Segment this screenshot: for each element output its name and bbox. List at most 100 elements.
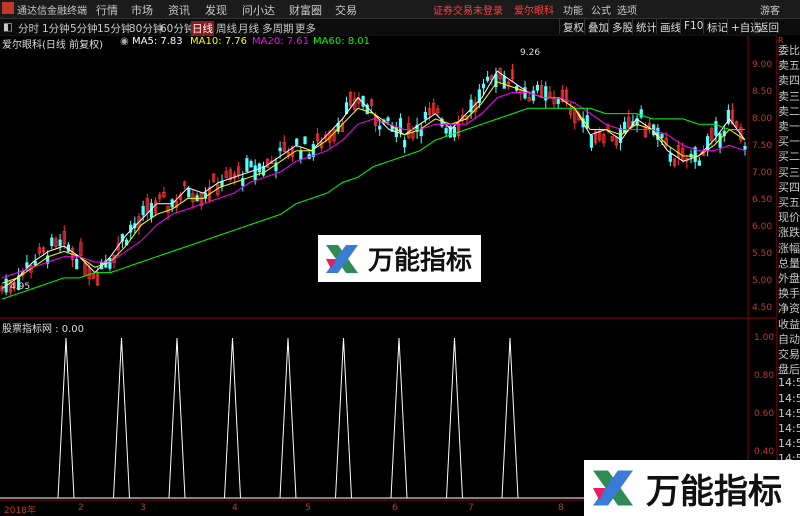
date-label: 8 [558,503,564,513]
date-label: 2 [78,503,84,513]
price-tick-label: 4.50 [752,303,773,313]
panel-label: 卖一 [778,120,800,133]
candle-body [299,150,303,160]
candle-body [303,136,307,145]
candle-body [743,146,747,150]
candle-body [25,262,29,268]
candle-body [660,133,664,139]
candle-body [187,188,191,198]
panel-label: 自动 [778,332,800,346]
panel-label: 14:5 [778,391,800,405]
panel-label: 涨幅 [778,241,800,255]
price-tick-label: 5.00 [752,276,773,286]
candle-body [253,165,257,181]
candle-body [423,111,427,120]
panel-label: 14:5 [778,406,800,420]
candle-body [403,140,407,148]
indicator-label: 股票指标网 : 0.00 [2,324,84,335]
indicator-spike [224,337,241,499]
date-label: 2018年 [4,506,36,516]
candle-body [531,90,535,101]
candle-body [556,99,560,105]
candle-body [452,126,457,138]
candle-body [444,128,448,134]
date-label: 6 [392,503,398,513]
panel-label: 卖五 [778,59,800,73]
candle-body [714,121,718,136]
panel-label: 总量 [778,256,800,270]
indicator-tick-label: 0.80 [754,371,775,381]
panel-label: 14:5 [778,376,800,390]
date-label: 4 [232,503,238,513]
panel-label: 卖二 [778,104,800,118]
candle-body [589,135,594,148]
panel-label: 净资 [778,302,800,316]
panel-label: 涨跌 [778,226,800,240]
candle-body [33,261,37,266]
panel-label: 买一 [778,135,800,149]
low-annotation: 4.95 [10,282,31,292]
panel-label: 收益 [778,317,800,331]
candle-body [419,128,423,137]
candle-body [141,205,145,216]
price-tick-label: 7.00 [752,168,773,178]
candle-body [75,258,79,270]
panel-label: 卖三 [778,89,800,103]
candle-body [378,125,382,130]
watermark-corner: 万能指标 [584,460,800,516]
candle-body [398,118,403,132]
date-label: 3 [140,503,146,513]
price-tick-label: 7.50 [752,141,773,151]
indicator-spike [335,337,352,499]
high-annotation: 9.26 [520,48,541,58]
price-tick-label: 8.50 [752,87,773,97]
candle-body [58,239,62,247]
candle-body [639,109,643,118]
indicator-tick-label: 0.40 [754,447,775,457]
candle-body [249,161,253,168]
indicator-spike [168,337,186,499]
indicator-spike [57,337,75,499]
candle-body [361,95,365,107]
panel-label: 交易 [778,348,800,361]
watermark-logo-icon [593,470,633,506]
price-tick-label: 6.50 [752,195,773,205]
quote-side-panel: R 委比 卖五 卖四 卖三 卖二 卖一 买一 买二 买三 买四 买五 现价 涨跌 涨幅 总量 外盘 换手 净资 收益自… [776,35,800,516]
panel-label: 买五 [778,196,800,209]
candle-body [220,181,224,187]
indicator-spike [501,337,519,499]
price-tick-label: 8.00 [752,114,773,124]
price-tick-label: 9.00 [752,60,773,70]
candle-body [386,117,390,122]
watermark-text: 万能指标 [646,471,782,512]
watermark-center: 万能指标 [318,235,481,282]
price-tick-label: 5.50 [752,249,773,259]
panel-label: 换手 [778,287,800,301]
panel-label: 外盘 [778,272,800,285]
panel-label: 卖四 [778,74,800,88]
candle-body [697,160,701,166]
candle-body [502,75,506,89]
candle-body [535,84,540,91]
candle-body [668,153,672,162]
panel-label: 14:5 [778,422,800,435]
candle-body [706,136,710,151]
panel-label: 买四 [778,180,800,194]
candle-body [108,258,112,269]
candle-body [295,138,299,145]
indicator-tick-label: 1.00 [754,333,775,343]
indicator-tick-label: 0.60 [754,409,775,419]
candle-body [481,83,486,89]
indicator-spike [390,337,408,499]
indicator-spike [446,337,463,499]
watermark-text: 万能指标 [368,246,473,276]
panel-label: 委比 [778,44,800,57]
candle-body [278,147,282,152]
panel-label: 买二 [778,150,800,164]
candle-body [245,158,249,172]
panel-label: 盘后 [778,363,800,377]
candle-body [50,237,54,247]
indicator-spike [279,337,297,499]
price-tick-label: 6.00 [752,222,773,232]
watermark-logo-icon [326,244,358,273]
